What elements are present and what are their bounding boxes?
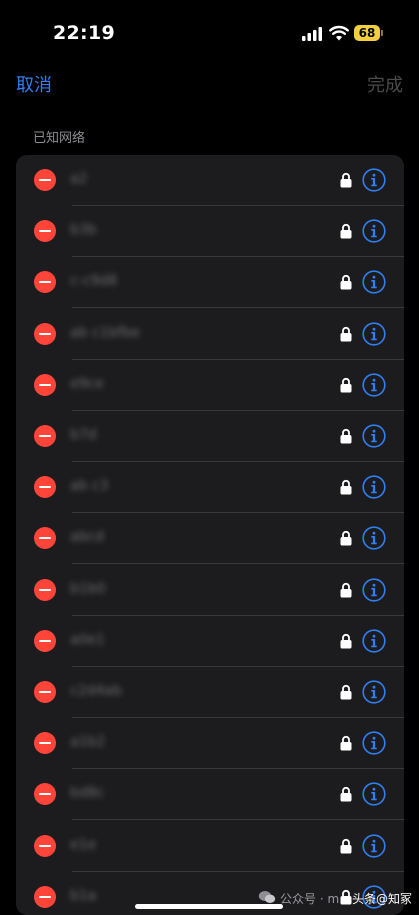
- status-bar: 22:19 68: [0, 0, 419, 60]
- lock-icon: [340, 787, 352, 802]
- done-button[interactable]: 完成: [367, 71, 403, 97]
- watermark-brand: 头条@知冢: [352, 892, 413, 906]
- known-networks-header: 已知网络: [33, 131, 86, 146]
- info-icon[interactable]: [362, 219, 386, 243]
- network-name: abcd: [70, 529, 105, 546]
- network-name: b7d: [70, 427, 97, 443]
- lock-icon: [340, 480, 352, 495]
- known-networks-list: a2 b3b c-c9d8 ab c1bfbe e9ce b7d ab c3 abcd b1b0…: [16, 155, 404, 915]
- lock-icon: [340, 531, 352, 546]
- delete-network-button[interactable]: [34, 527, 56, 550]
- lock-icon: [340, 224, 352, 239]
- network-row[interactable]: b7d: [16, 411, 404, 462]
- info-icon[interactable]: [362, 475, 386, 499]
- info-icon[interactable]: [362, 526, 386, 550]
- network-name: c2d4ab: [70, 683, 122, 699]
- wechat-icon: [258, 891, 276, 903]
- network-row[interactable]: a2: [16, 155, 404, 206]
- delete-network-button[interactable]: [34, 476, 56, 499]
- info-icon[interactable]: [362, 577, 386, 602]
- network-row[interactable]: bd8c: [16, 769, 404, 821]
- lock-icon: [340, 326, 352, 342]
- network-row[interactable]: a1b2: [16, 718, 404, 770]
- delete-network-button[interactable]: [34, 322, 56, 345]
- cancel-button[interactable]: 取消: [16, 71, 52, 97]
- network-row[interactable]: ab c1bfbe: [16, 309, 404, 360]
- delete-network-button[interactable]: [34, 732, 56, 755]
- delete-network-button[interactable]: [34, 783, 56, 806]
- network-name: bd8c: [70, 785, 105, 802]
- info-icon[interactable]: [362, 424, 386, 448]
- info-icon[interactable]: [362, 373, 386, 397]
- info-icon[interactable]: [362, 731, 386, 755]
- delete-network-button[interactable]: [34, 220, 56, 243]
- network-row[interactable]: ab c3: [16, 462, 404, 514]
- network-name: e1e: [70, 836, 97, 853]
- network-name: a1b2: [70, 734, 106, 751]
- lock-icon: [340, 838, 352, 854]
- info-icon[interactable]: [362, 782, 386, 806]
- network-row[interactable]: e9ce: [16, 360, 404, 411]
- delete-network-button[interactable]: [34, 425, 56, 447]
- cellular-signal-icon: [302, 27, 322, 41]
- info-icon[interactable]: [362, 270, 386, 294]
- info-icon[interactable]: [362, 629, 386, 653]
- network-name: b3b: [70, 222, 97, 239]
- lock-icon: [340, 684, 352, 700]
- delete-network-button[interactable]: [34, 373, 56, 396]
- delete-network-button[interactable]: [34, 578, 56, 601]
- network-name: a0e1: [70, 631, 106, 648]
- wifi-icon: [329, 25, 349, 41]
- network-name: c-c9d8: [70, 273, 118, 290]
- info-icon[interactable]: [362, 680, 386, 704]
- network-row[interactable]: b1b0: [16, 565, 404, 616]
- network-row[interactable]: b3b: [16, 206, 404, 258]
- lock-icon: [340, 377, 352, 393]
- network-name: ab c3: [70, 478, 109, 495]
- info-icon[interactable]: [362, 833, 386, 858]
- delete-network-button[interactable]: [34, 629, 56, 652]
- home-indicator: [135, 904, 283, 909]
- network-name: a2: [70, 171, 88, 187]
- info-icon[interactable]: [362, 168, 386, 192]
- watermark-text: 公众号 · m: [280, 892, 340, 906]
- lock-icon: [340, 172, 352, 188]
- network-name: e9ce: [70, 375, 104, 392]
- battery-icon: 68: [354, 25, 380, 41]
- network-row[interactable]: c-c9d8: [16, 257, 404, 309]
- info-icon[interactable]: [362, 321, 386, 346]
- lock-icon: [340, 633, 352, 649]
- lock-icon: [340, 428, 352, 444]
- lock-icon: [340, 582, 352, 598]
- network-row[interactable]: c2d4ab: [16, 667, 404, 718]
- network-name: b1b0: [70, 580, 106, 597]
- delete-network-button[interactable]: [34, 169, 56, 191]
- network-row[interactable]: a0e1: [16, 616, 404, 667]
- delete-network-button[interactable]: [34, 834, 56, 857]
- lock-icon: [340, 275, 352, 290]
- delete-network-button[interactable]: [34, 681, 56, 703]
- battery-tip: [381, 30, 383, 36]
- delete-network-button[interactable]: [34, 271, 56, 294]
- lock-icon: [340, 736, 352, 751]
- network-name: ab c1bfbe: [70, 324, 140, 341]
- network-row[interactable]: abcd: [16, 513, 404, 565]
- network-row[interactable]: e1e: [16, 821, 404, 872]
- status-time: 22:19: [53, 22, 115, 44]
